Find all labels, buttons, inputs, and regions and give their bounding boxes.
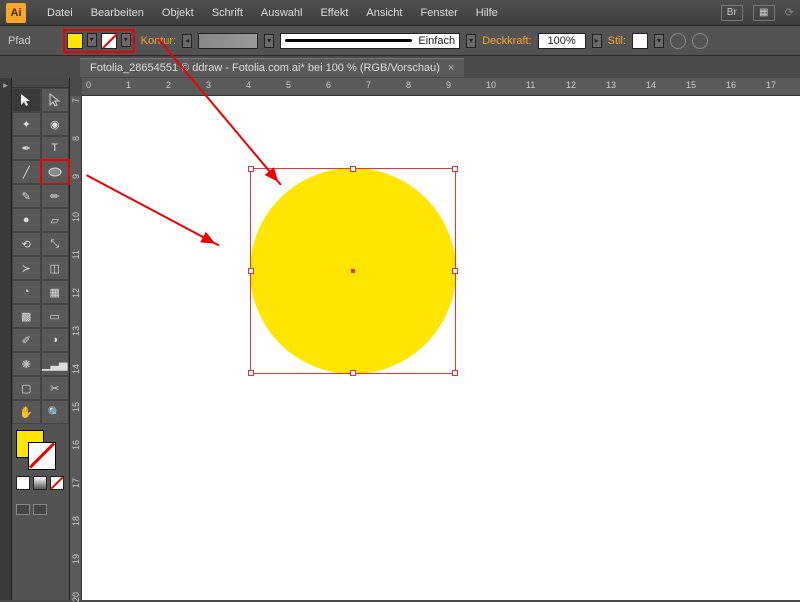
canvas[interactable] [82,96,800,600]
selection-bounding-box[interactable] [250,168,456,374]
stroke-weight-stepper[interactable]: ◂ [182,34,192,48]
mesh-tool[interactable]: ▩ [12,304,41,328]
free-transform-tool[interactable]: ◫ [41,256,70,280]
stroke-profile-label: Einfach [418,35,455,47]
expand-dock-icon[interactable]: ▸ [0,80,11,91]
opacity-field[interactable]: 100% [538,33,586,49]
gradient-tool[interactable]: ▭ [41,304,70,328]
menu-effekt[interactable]: Effekt [311,7,357,19]
fill-stroke-swatches: ▾ ▾ [63,29,135,53]
opacity-dropdown[interactable]: ▸ [592,34,602,48]
scale-tool[interactable]: ⤡ [41,232,70,256]
magic-wand-tool[interactable]: ✦ [12,112,41,136]
stroke-dropdown[interactable]: ▾ [121,33,131,47]
stroke-weight-field[interactable] [198,33,258,49]
hand-tool[interactable]: ✋ [12,400,41,424]
rotate-tool[interactable]: ⟲ [12,232,41,256]
close-tab-icon[interactable]: × [448,62,454,74]
ruler-vertical: 7891011121314151617181920 [70,96,82,600]
blob-brush-tool[interactable]: ● [12,208,41,232]
pen-tool[interactable]: ✒ [12,136,41,160]
menu-bar: Ai Datei Bearbeiten Objekt Schrift Auswa… [0,0,800,26]
bridge-icon[interactable]: Br [721,5,743,21]
handle-bl[interactable] [248,370,254,376]
eraser-tool[interactable]: ▱ [41,208,70,232]
paintbrush-tool[interactable]: ✎ [12,184,41,208]
ruler-horizontal: 01234567891011121314151617 [82,78,800,96]
handle-br[interactable] [452,370,458,376]
symbol-sprayer-tool[interactable]: ❋ [12,352,41,376]
artboard-tool[interactable]: ▢ [12,376,41,400]
menu-schrift[interactable]: Schrift [203,7,252,19]
document-title: Fotolia_28654551 © ddraw - Fotolia.com.a… [90,62,440,74]
stroke-swatch[interactable] [101,33,117,49]
pencil-tool[interactable]: ✏ [41,184,70,208]
control-bar: Pfad ▾ ▾ Kontur: ◂ ▾ Einfach ▾ Deckkraft… [0,26,800,56]
handle-tc[interactable] [350,166,356,172]
fill-stroke-indicator[interactable] [12,424,69,496]
handle-ml[interactable] [248,268,254,274]
menu-datei[interactable]: Datei [38,7,82,19]
line-tool[interactable]: ╱ [12,160,41,184]
annotation-arrow-2 [86,174,219,246]
type-tool[interactable]: T [41,136,70,160]
menu-fenster[interactable]: Fenster [411,7,466,19]
document-tabs: Fotolia_28654551 © ddraw - Fotolia.com.a… [0,56,800,78]
zoom-tool[interactable]: 🔍 [41,400,70,424]
shape-builder-tool[interactable]: ◔ [12,280,41,304]
style-dropdown[interactable]: ▾ [654,34,664,48]
direct-selection-tool[interactable] [41,88,70,112]
dock-strip: ▸ [0,78,12,600]
sync-icon[interactable]: ⟳ [785,6,794,19]
stroke-profile-dropdown[interactable]: ▾ [466,34,476,48]
recolor-icon[interactable] [670,33,686,49]
menu-hilfe[interactable]: Hilfe [467,7,507,19]
document-tab[interactable]: Fotolia_28654551 © ddraw - Fotolia.com.a… [80,58,464,77]
menu-auswahl[interactable]: Auswahl [252,7,312,19]
deckkraft-label: Deckkraft: [482,35,532,47]
selection-tool[interactable] [12,88,41,112]
stroke-profile-select[interactable]: Einfach [280,33,460,49]
style-swatch[interactable] [632,33,648,49]
mode-label: Pfad [8,35,31,47]
menu-objekt[interactable]: Objekt [153,7,203,19]
gradient-mode-icon[interactable] [33,476,47,490]
toolbox: ✦ ◉ ✒ T ╱ ✎ ✏ ● ▱ ⟲ ⤡ ≻ ◫ ◔ ▦ ▩ ▭ ✐ ◑ ❋ … [12,78,70,600]
color-mode-icon[interactable] [16,476,30,490]
menu-ansicht[interactable]: Ansicht [357,7,411,19]
screen-mode[interactable] [12,504,69,515]
arrange-docs-icon[interactable]: ▦ [753,5,775,21]
perspective-grid-tool[interactable]: ▦ [41,280,70,304]
stil-label: Stil: [608,35,626,47]
stroke-weight-dropdown[interactable]: ▾ [264,34,274,48]
center-point [351,269,355,273]
menu-bearbeiten[interactable]: Bearbeiten [82,7,153,19]
lasso-tool[interactable]: ◉ [41,112,70,136]
column-graph-tool[interactable]: ▁▃▅ [41,352,70,376]
stroke-color-box[interactable] [28,442,56,470]
app-logo: Ai [6,3,26,23]
align-panel-icon[interactable] [692,33,708,49]
handle-tr[interactable] [452,166,458,172]
ellipse-tool[interactable] [41,160,70,184]
blend-tool[interactable]: ◑ [41,328,70,352]
fill-dropdown[interactable]: ▾ [87,33,97,47]
fill-swatch[interactable] [67,33,83,49]
width-tool[interactable]: ≻ [12,256,41,280]
handle-bc[interactable] [350,370,356,376]
eyedropper-tool[interactable]: ✐ [12,328,41,352]
handle-mr[interactable] [452,268,458,274]
slice-tool[interactable]: ✂ [41,376,70,400]
handle-tl[interactable] [248,166,254,172]
none-mode-icon[interactable] [50,476,64,490]
